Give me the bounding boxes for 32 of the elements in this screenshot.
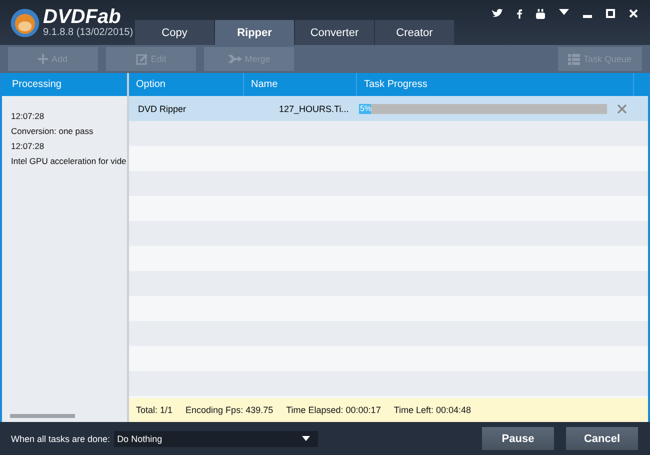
edit-icon: [136, 53, 148, 65]
caret-icon: [302, 436, 310, 441]
log-line: 12:07:28: [11, 140, 46, 153]
status-text: Total: 1/1: [136, 405, 173, 415]
version-text: 9.1.8.8 (13/02/2015): [43, 27, 134, 38]
table-cell-text: 127_HOURS.Ti...: [278, 104, 350, 114]
log-line: 12:07:28: [11, 110, 46, 123]
facebook-icon[interactable]: [517, 9, 522, 19]
tab[interactable]: Creator: [375, 20, 454, 45]
scrollbar-thumb[interactable]: [10, 414, 75, 418]
table-cell-text: DVD Ripper: [137, 104, 188, 114]
tab[interactable]: Ripper: [215, 20, 294, 45]
log-line: Conversion: one pass: [11, 125, 94, 138]
tab[interactable]: Copy: [135, 20, 214, 45]
maximize-icon[interactable]: [606, 9, 615, 18]
app-name: DVDFab: [43, 7, 121, 27]
status-text: Time Elapsed: 00:00:17: [286, 405, 381, 415]
field-label: When all tasks are done:: [11, 434, 110, 444]
monkey-logo-icon: [10, 8, 40, 38]
merge-icon: [228, 54, 242, 64]
twitter-icon[interactable]: [492, 9, 503, 18]
tab[interactable]: Converter: [295, 20, 374, 45]
log-line: Intel GPU acceleration for vide: [11, 155, 127, 168]
plus-icon: [38, 54, 48, 64]
footer-button[interactable]: Cancel: [566, 427, 638, 450]
status-text: Time Left: 00:04:48: [394, 405, 472, 415]
column-header: Processing: [2, 73, 127, 96]
dropdown-icon[interactable]: [559, 9, 569, 15]
list-icon: [568, 54, 580, 64]
status-text: Encoding Fps: 439.75: [186, 405, 274, 415]
dropdown[interactable]: Do Nothing: [114, 430, 318, 446]
footer-button[interactable]: Pause: [482, 427, 554, 450]
